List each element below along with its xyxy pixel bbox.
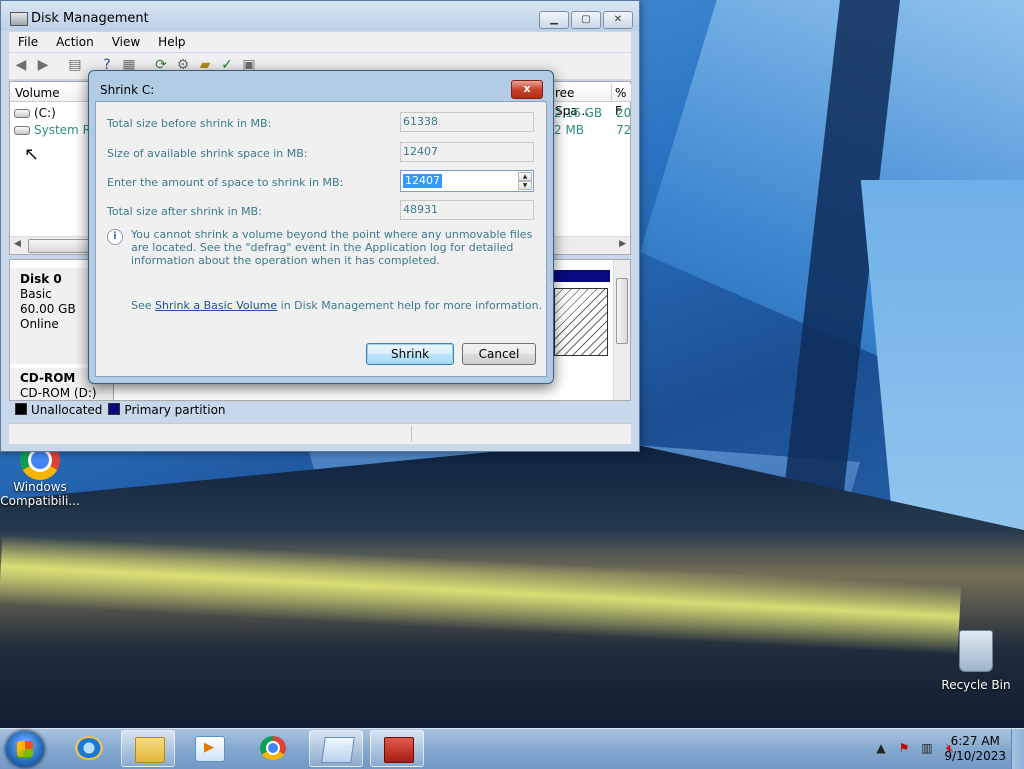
dialog-body: Total size before shrink in MB: 61338 Si…	[95, 101, 547, 377]
column-header-free-space[interactable]: ree Spa...	[550, 84, 612, 118]
scrollbar-thumb[interactable]	[616, 278, 628, 344]
shrink-button[interactable]: Shrink	[366, 343, 454, 365]
shrink-amount-value: 12407	[403, 174, 442, 188]
legend-unallocated: Unallocated	[15, 401, 102, 419]
status-divider	[411, 426, 412, 442]
shrink-amount-label: Enter the amount of space to shrink in M…	[107, 176, 344, 189]
taskbar-chrome[interactable]	[247, 730, 301, 767]
taskbar-internet-explorer[interactable]	[62, 730, 116, 767]
volume-name: (C:)	[34, 106, 56, 120]
legend-label: Primary partition	[124, 403, 226, 417]
status-bar	[9, 423, 631, 444]
close-icon: ✕	[613, 14, 623, 25]
chrome-icon	[260, 736, 286, 760]
desktop-icon-label: Windows	[13, 480, 67, 494]
maximize-icon: ▢	[581, 14, 591, 25]
window-title: Disk Management	[31, 11, 149, 26]
minimize-button[interactable]: ▁	[539, 11, 569, 29]
total-before-label: Total size before shrink in MB:	[107, 117, 272, 130]
close-icon: x	[523, 82, 531, 95]
table-row[interactable]: (C:)	[14, 106, 56, 120]
start-button[interactable]	[6, 731, 44, 767]
legend-swatch	[108, 403, 121, 415]
taskbar-notepad[interactable]	[309, 730, 363, 767]
scroll-right-icon[interactable]: ▶	[619, 239, 626, 249]
menu-file[interactable]: File	[9, 32, 47, 52]
legend: Unallocated Primary partition	[9, 401, 631, 419]
show-hidden-icons-icon[interactable]: ▲	[873, 741, 889, 756]
scrollbar-thumb[interactable]	[28, 239, 90, 253]
partition-header-bar	[550, 270, 610, 282]
drive-icon	[14, 108, 30, 118]
info-icon: i	[107, 229, 123, 245]
forward-arrow-icon[interactable]: ▶	[35, 58, 51, 72]
toolbox-icon	[384, 737, 414, 763]
folder-icon	[135, 737, 165, 763]
clock-time: 6:27 AM	[950, 734, 1000, 748]
scroll-left-icon[interactable]: ◀	[14, 239, 21, 249]
help-suffix: in Disk Management help for more informa…	[277, 299, 543, 312]
vertical-scrollbar[interactable]	[613, 260, 630, 400]
console-tree-icon[interactable]: ▤	[67, 58, 83, 72]
legend-primary: Primary partition	[108, 401, 226, 419]
desktop-icon-recycle-bin[interactable]: Recycle Bin	[936, 630, 1016, 692]
menu-view[interactable]: View	[103, 32, 149, 52]
taskbar-media-player[interactable]	[182, 730, 236, 767]
total-after-value: 48931	[400, 200, 534, 220]
partition-block-selected[interactable]	[554, 288, 608, 356]
spin-up-icon[interactable]: ▲	[518, 172, 532, 181]
taskbar-computer-management[interactable]	[370, 730, 424, 767]
total-before-value: 61338	[400, 112, 534, 132]
shrink-dialog: Shrink C: x Total size before shrink in …	[88, 70, 554, 384]
available-space-label: Size of available shrink space in MB:	[107, 147, 308, 160]
legend-swatch	[15, 403, 27, 415]
internet-explorer-icon	[75, 736, 103, 760]
info-message: You cannot shrink a volume beyond the po…	[131, 228, 533, 267]
back-arrow-icon[interactable]: ◀	[13, 58, 29, 72]
volume-percent-free: 20	[616, 106, 632, 120]
dialog-title: Shrink C:	[100, 83, 155, 97]
help-prefix: See	[131, 299, 156, 312]
taskbar-clock[interactable]: 6:27 AM 9/10/2023	[944, 734, 1006, 764]
close-button[interactable]: ✕	[603, 11, 633, 29]
disk-management-icon	[10, 12, 28, 26]
media-player-icon	[195, 736, 225, 762]
menu-action[interactable]: Action	[47, 32, 103, 52]
column-header-percent-free[interactable]: % F	[612, 84, 632, 118]
drive-icon	[14, 125, 30, 135]
action-center-flag-icon[interactable]: ⚑	[896, 741, 912, 756]
spin-down-icon[interactable]: ▼	[518, 181, 532, 190]
clock-date: 9/10/2023	[944, 749, 1006, 763]
cancel-button[interactable]: Cancel	[462, 343, 536, 365]
total-after-label: Total size after shrink in MB:	[107, 205, 262, 218]
menu-bar: File Action View Help	[9, 32, 631, 52]
shrink-amount-spinner[interactable]: ▲ ▼	[518, 172, 532, 190]
available-space-value: 12407	[400, 142, 534, 162]
show-desktop-button[interactable]	[1011, 729, 1024, 769]
notepad-icon	[321, 737, 355, 763]
shrink-amount-input[interactable]: 12407 ▲ ▼	[400, 170, 534, 192]
dialog-close-button[interactable]: x	[511, 80, 543, 99]
desktop-icon-label: Compatibili...	[0, 494, 80, 508]
network-icon[interactable]: ▥	[919, 741, 935, 756]
help-line: See Shrink a Basic Volume in Disk Manage…	[131, 299, 542, 312]
maximize-button[interactable]: ▢	[571, 11, 601, 29]
desktop-icon-label: Recycle Bin	[941, 678, 1011, 692]
window-titlebar[interactable]: Disk Management ▁ ▢ ✕	[1, 1, 639, 31]
taskbar: ▲ ⚑ ▥ 🔇︎ 6:27 AM 9/10/2023	[0, 728, 1024, 769]
taskbar-file-explorer[interactable]	[121, 730, 175, 767]
legend-label: Unallocated	[31, 403, 103, 417]
volume-free-space: 2 MB	[554, 123, 585, 137]
minimize-icon: ▁	[550, 14, 558, 25]
recycle-bin-icon	[959, 630, 993, 672]
volume-free-space: 2.16 GB	[554, 106, 603, 120]
menu-help[interactable]: Help	[149, 32, 194, 52]
cdrom-detail: CD-ROM (D:)	[20, 386, 97, 400]
mouse-cursor-icon: ↖	[24, 144, 40, 165]
help-link[interactable]: Shrink a Basic Volume	[155, 299, 277, 312]
volume-percent-free: 72	[616, 123, 632, 137]
column-header-volume[interactable]: Volume	[10, 84, 90, 102]
